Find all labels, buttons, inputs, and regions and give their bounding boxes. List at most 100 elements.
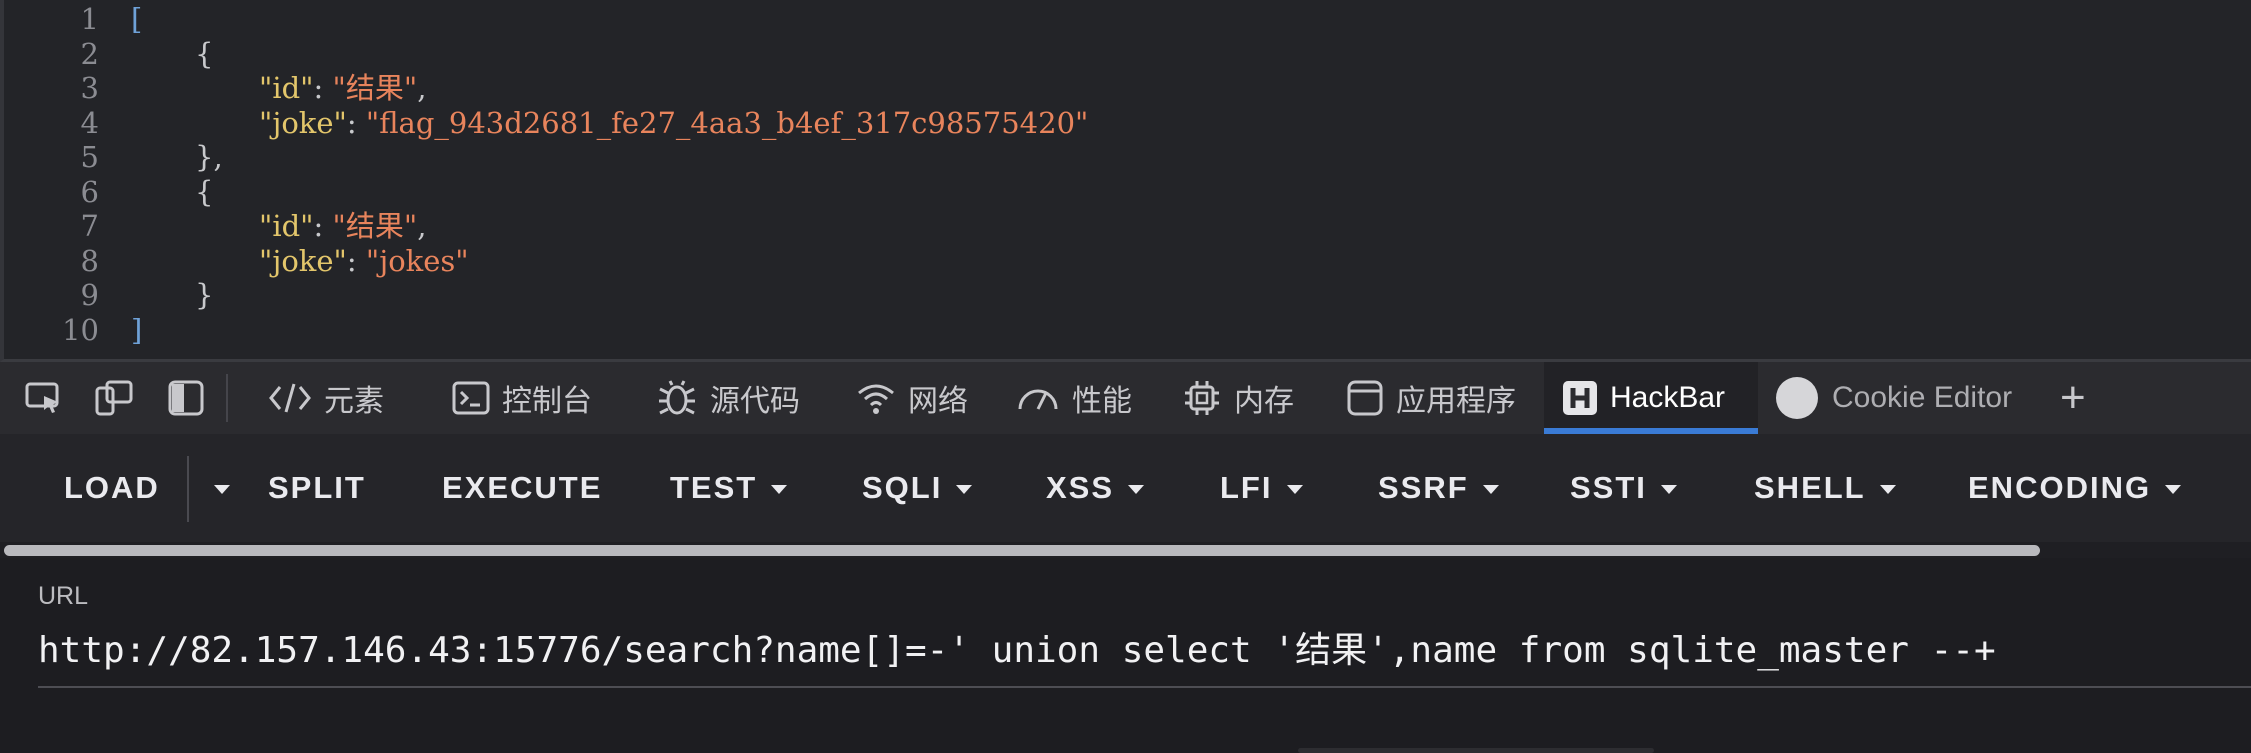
code-token: : xyxy=(346,105,366,140)
tab-memory[interactable]: 内存 xyxy=(1182,362,1294,434)
hackbar-toolbar: LOAD SPLIT EXECUTE TEST SQLI XSS LFI SSR… xyxy=(0,434,2251,542)
code-token: }, xyxy=(195,140,223,174)
cookie-icon xyxy=(1776,377,1818,419)
ssrf-menu-button[interactable]: SSRF xyxy=(1378,434,1499,542)
tab-label: 源代码 xyxy=(710,385,800,418)
inspect-element-icon[interactable] xyxy=(24,378,64,418)
code-token: , xyxy=(417,71,427,105)
url-input[interactable]: http://82.157.146.43:15776/search?name[]… xyxy=(38,620,2251,688)
tab-label: 网络 xyxy=(908,385,968,418)
code-token: ] xyxy=(131,312,143,347)
tab-hackbar[interactable]: HackBar xyxy=(1544,362,1758,434)
line-number: 7 xyxy=(80,209,99,243)
tab-console[interactable]: 控制台 xyxy=(452,362,592,434)
console-icon xyxy=(452,381,490,415)
code-token: "id" xyxy=(259,71,314,105)
code-text: }, xyxy=(195,140,223,174)
url-label: URL xyxy=(38,582,89,610)
caret-down-icon xyxy=(956,484,973,494)
code-text: [ xyxy=(131,2,142,36)
line-number: 8 xyxy=(80,243,99,278)
wifi-icon xyxy=(858,384,894,414)
tab-performance[interactable]: 性能 xyxy=(1016,362,1132,434)
caret-down-icon xyxy=(1482,484,1499,494)
add-tab-button[interactable]: + xyxy=(2060,362,2086,434)
code-token: : xyxy=(346,243,366,278)
json-response-viewer: 1[2{3 "id": "结果", 4 "joke": "flag_943d2681_… xyxy=(0,0,2251,362)
code-token: [ xyxy=(131,2,143,36)
tab-sources[interactable]: 源代码 xyxy=(656,362,800,434)
hackbar-logo-icon xyxy=(1563,381,1597,415)
caret-down-icon xyxy=(1286,484,1303,494)
code-token: { xyxy=(195,174,214,209)
shell-menu-button[interactable]: SHELL xyxy=(1754,434,1896,542)
window-icon xyxy=(1347,380,1383,416)
caret-down-icon xyxy=(1879,484,1896,494)
code-text: "joke": "jokes" xyxy=(259,244,469,278)
line-number: 10 xyxy=(62,312,99,347)
code-token: "jokes" xyxy=(365,243,469,278)
load-button[interactable]: LOAD xyxy=(64,434,160,542)
caret-down-icon xyxy=(771,484,788,494)
execute-button[interactable]: EXECUTE xyxy=(442,434,602,542)
caret-down-icon xyxy=(1128,484,1145,494)
code-token: "flag_943d2681_fe27_4aa3_b4ef_317c985754… xyxy=(365,105,1089,140)
horizontal-scrollbar[interactable] xyxy=(0,542,2251,558)
device-emulation-icon[interactable] xyxy=(94,378,134,418)
code-text: "joke": "flag_943d2681_fe27_4aa3_b4ef_31… xyxy=(259,106,1088,140)
code-token: "id" xyxy=(259,209,314,243)
code-line: 7 "id": "结果", xyxy=(4,209,2251,243)
code-line: 2{ xyxy=(4,37,2251,71)
tab-elements[interactable]: 元素 xyxy=(268,362,384,434)
test-menu-button[interactable]: TEST xyxy=(670,434,788,542)
code-token: "joke" xyxy=(259,243,347,278)
dock-side-icon[interactable] xyxy=(166,378,206,418)
tab-label: 控制台 xyxy=(502,385,592,418)
lfi-menu-button[interactable]: LFI xyxy=(1220,434,1303,542)
tab-cookie-editor[interactable]: Cookie Editor xyxy=(1774,362,2012,434)
code-text: { xyxy=(195,37,213,71)
load-dropdown-button[interactable] xyxy=(200,434,230,542)
url-section: URL http://82.157.146.43:15776/search?na… xyxy=(0,558,2251,753)
line-number: 4 xyxy=(80,105,99,140)
sqli-menu-button[interactable]: SQLI xyxy=(862,434,973,542)
code-line: 9} xyxy=(4,278,2251,312)
line-number: 5 xyxy=(80,140,99,174)
code-tag-icon xyxy=(269,383,311,413)
code-line: 8 "joke": "jokes" xyxy=(4,244,2251,278)
line-number: 6 xyxy=(80,174,99,209)
code-text: "id": "结果", xyxy=(259,209,426,243)
code-text: { xyxy=(195,175,213,209)
code-token: : xyxy=(313,71,333,105)
resize-handle[interactable] xyxy=(1298,748,1654,753)
tab-label: 应用程序 xyxy=(1396,385,1516,418)
caret-down-icon xyxy=(1660,484,1677,494)
code-token: "结果" xyxy=(332,71,418,105)
bug-icon xyxy=(659,380,695,415)
code-text: "id": "结果", xyxy=(259,71,426,105)
code-token: , xyxy=(417,209,427,243)
ssti-menu-button[interactable]: SSTI xyxy=(1570,434,1677,542)
tab-label: Cookie Editor xyxy=(1832,381,2013,414)
code-token: { xyxy=(195,36,214,71)
code-token: "结果" xyxy=(332,209,418,243)
scrollbar-thumb[interactable] xyxy=(4,545,2040,556)
encoding-menu-button[interactable]: ENCODING xyxy=(1968,434,2182,542)
line-number: 1 xyxy=(80,2,99,36)
load-divider xyxy=(187,456,189,522)
tab-label: 性能 xyxy=(1072,385,1132,418)
tab-application[interactable]: 应用程序 xyxy=(1346,362,1516,434)
code-line: 5}, xyxy=(4,140,2251,174)
line-number: 9 xyxy=(80,278,99,312)
code-token: "joke" xyxy=(259,105,347,140)
code-line: 3 "id": "结果", xyxy=(4,71,2251,105)
split-button[interactable]: SPLIT xyxy=(268,434,366,542)
code-token: : xyxy=(313,209,333,243)
chip-icon xyxy=(1185,381,1219,415)
xss-menu-button[interactable]: XSS xyxy=(1046,434,1145,542)
code-text: ] xyxy=(131,313,142,347)
line-number: 2 xyxy=(80,36,99,71)
toolbar-divider xyxy=(226,374,228,422)
gauge-icon xyxy=(1018,389,1058,410)
tab-network[interactable]: 网络 xyxy=(856,362,968,434)
